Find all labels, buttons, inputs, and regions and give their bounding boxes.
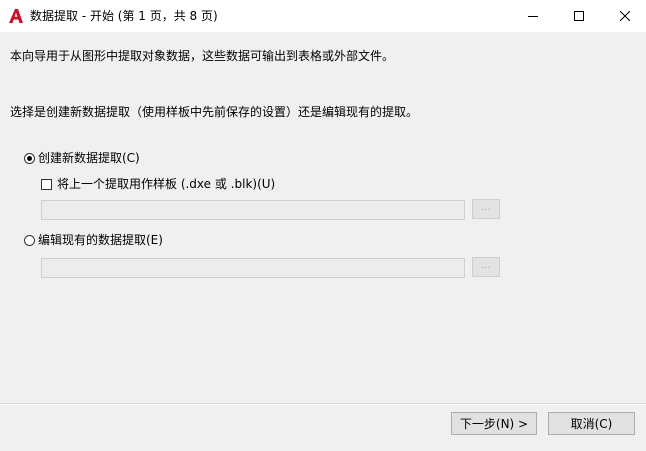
footer-divider-highlight — [0, 404, 646, 405]
close-icon — [620, 11, 630, 21]
title-bar: 数据提取 - 开始 (第 1 页，共 8 页) — [0, 0, 646, 32]
window-title: 数据提取 - 开始 (第 1 页，共 8 页) — [30, 9, 218, 23]
autocad-logo-icon — [8, 8, 24, 24]
next-button[interactable]: 下一步(N) > — [451, 412, 537, 435]
edit-existing-label: 编辑现有的数据提取(E) — [38, 233, 163, 247]
maximize-button[interactable] — [556, 0, 602, 32]
intro-text: 本向导用于从图形中提取对象数据，这些数据可输出到表格或外部文件。 — [10, 49, 395, 63]
template-path-field[interactable] — [41, 200, 465, 220]
create-new-radio[interactable] — [24, 152, 35, 164]
edit-existing-extraction-option[interactable]: 编辑现有的数据提取(E) — [24, 232, 163, 248]
use-template-option[interactable]: 将上一个提取用作样板 (.dxe 或 .blk)(U) — [41, 176, 275, 192]
cancel-button[interactable]: 取消(C) — [548, 412, 635, 435]
maximize-icon — [574, 11, 584, 21]
create-new-extraction-option[interactable]: 创建新数据提取(C) — [24, 150, 140, 166]
minimize-icon — [528, 11, 538, 21]
existing-extraction-browse-button[interactable]: ... — [472, 257, 500, 277]
edit-existing-radio[interactable] — [24, 234, 35, 246]
question-text: 选择是创建新数据提取（使用样板中先前保存的设置）还是编辑现有的提取。 — [10, 105, 419, 119]
close-button[interactable] — [602, 0, 646, 32]
create-new-label: 创建新数据提取(C) — [38, 151, 140, 165]
existing-extraction-path-field[interactable] — [41, 258, 465, 278]
use-template-label: 将上一个提取用作样板 (.dxe 或 .blk)(U) — [57, 177, 276, 191]
template-browse-button[interactable]: ... — [472, 199, 500, 219]
minimize-button[interactable] — [510, 0, 556, 32]
use-template-checkbox[interactable] — [41, 178, 52, 190]
